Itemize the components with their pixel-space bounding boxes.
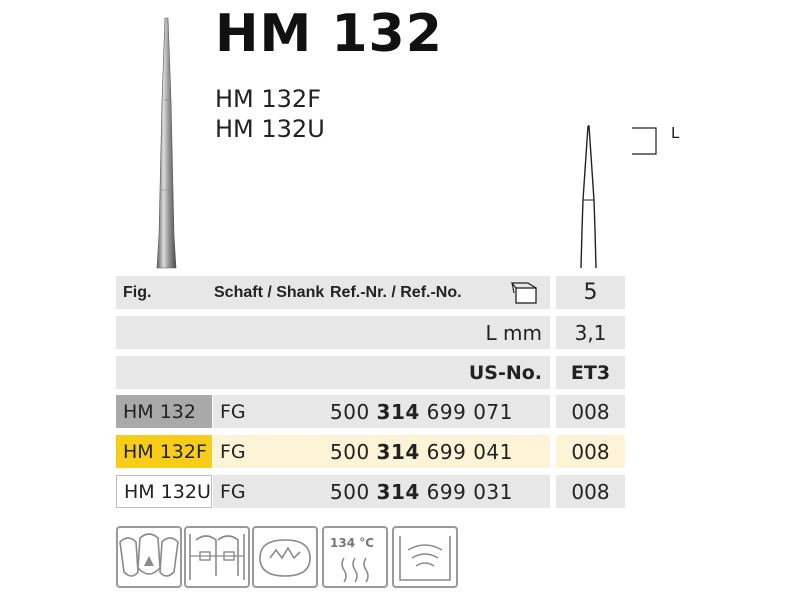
crown-prep-icon [184, 526, 250, 588]
fig-cell: HM 132F [116, 435, 212, 468]
ref-bold: 314 [376, 399, 420, 424]
bur-image [156, 17, 177, 269]
ref-prefix: 500 [330, 439, 370, 464]
shank-cell: FG [220, 400, 246, 423]
ref-bold: 314 [376, 479, 420, 504]
us-no-value-cell: ET3 [556, 356, 625, 389]
shank-cell: FG [220, 480, 246, 503]
ref-cell: 500 314 699 041 [330, 435, 513, 468]
bur-diagram [580, 125, 657, 269]
length-label-cell: L mm [116, 316, 550, 349]
us-no-label-cell: US-No. [116, 356, 550, 389]
ref-suffix: 699 031 [426, 479, 513, 504]
iso-cell: 008 [556, 475, 625, 508]
ref-header: Ref.-Nr. / Ref.-No. [330, 283, 462, 301]
variant-label: HM 132F [215, 85, 321, 113]
length-value-cell: 3,1 [556, 316, 625, 349]
ref-prefix: 500 [330, 399, 370, 424]
sterilization-icon: 134 °C [322, 526, 388, 588]
package-icon [510, 282, 537, 304]
ref-bold: 314 [376, 439, 420, 464]
ultrasonic-cleaning-icon [392, 526, 458, 588]
length-dimension-label: L [671, 124, 680, 142]
fig-cell: HM 132 [116, 395, 212, 428]
ref-suffix: 699 041 [426, 439, 513, 464]
cavity-icon [252, 526, 318, 588]
ref-cell: 500 314 699 071 [330, 395, 513, 428]
sterilization-temp-label: 134 °C [330, 536, 375, 550]
ref-cell: 500 314 699 031 [330, 475, 513, 508]
fig-cell: HM 132U [116, 475, 212, 508]
fig-header: Fig. [123, 283, 152, 301]
iso-cell: 008 [556, 395, 625, 428]
iso-cell: 008 [556, 435, 625, 468]
anterior-teeth-icon [116, 526, 182, 588]
pack-qty-cell: 5 [556, 276, 625, 309]
ref-prefix: 500 [330, 479, 370, 504]
shank-cell: FG [220, 440, 246, 463]
ref-suffix: 699 071 [426, 399, 513, 424]
variant-label: HM 132U [215, 115, 325, 143]
product-title: HM 132 [215, 4, 443, 64]
shank-header: Schaft / Shank [214, 283, 325, 301]
